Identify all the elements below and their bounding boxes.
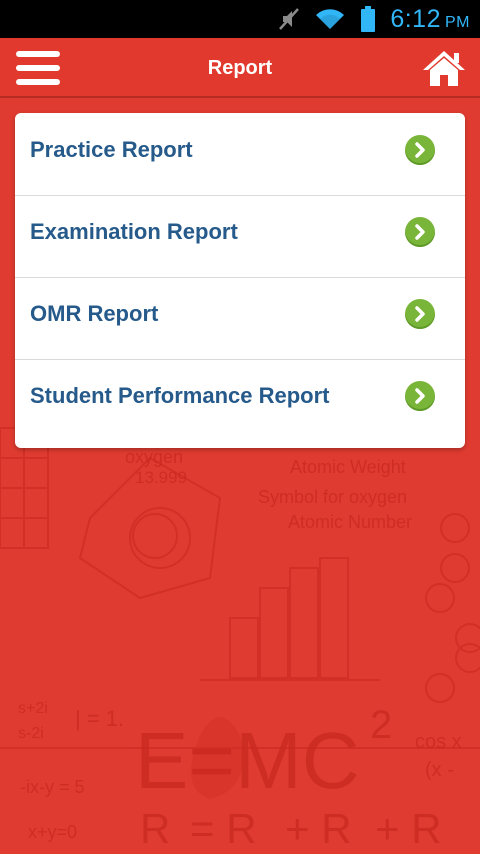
chevron-right-icon[interactable] [405,217,435,247]
bg-text-expr: -ix-y = 5 [20,777,85,797]
chevron-right-icon[interactable] [405,135,435,165]
app-bar: Report [0,38,480,98]
menu-item-label: Student Performance Report [30,383,330,408]
bg-text-r2: + R [285,805,352,852]
battery-icon [361,6,376,32]
bg-text-emc-exp: 2 [370,703,392,747]
clock-time: 6:12 [390,4,441,33]
bg-text-frac-den: s-2i [18,725,44,742]
bg-text-expr2: x+y=0 [28,822,77,842]
bg-text-mass: 13.999 [135,468,187,487]
bg-text-atomic-weight: Atomic Weight [290,457,406,477]
status-icons: 6:12 PM [278,0,470,38]
bg-text-oxygen: oxygen [125,447,183,467]
menu-item-label: OMR Report [30,301,159,326]
bg-text-eq: | = 1. [75,706,124,731]
menu-item-practice-report[interactable]: Practice Report [15,113,465,196]
bg-text-cos: cos x [415,731,462,753]
bg-text-right-expr: (x - [425,759,454,781]
page-title: Report [207,57,273,79]
menu-item-label: Practice Report [30,137,193,162]
clock-ampm: PM [445,13,470,31]
bg-text-r1: = R [190,805,257,852]
menu-item-examination-report[interactable]: Examination Report [15,195,465,278]
mute-icon [279,8,300,30]
bg-text-r3: + R [375,805,442,852]
bg-text-symbol: Symbol for oxygen [258,487,407,507]
home-icon[interactable] [420,48,468,88]
bg-text-frac: s+2i [18,700,48,717]
menu-item-label: Examination Report [30,219,238,244]
bg-text-atomic-number: Atomic Number [288,512,412,532]
wifi-icon [316,9,345,29]
bg-text-r-eq: R [140,805,170,852]
chevron-right-icon[interactable] [405,299,435,329]
clock: 6:12 PM [390,5,470,34]
status-bar: 6:12 PM [0,0,480,38]
report-menu-card: Practice Report Examination Report OMR R… [15,113,465,448]
menu-item-student-performance-report[interactable]: Student Performance Report [15,359,465,441]
chevron-right-icon[interactable] [405,381,435,411]
menu-item-omr-report[interactable]: OMR Report [15,277,465,360]
bg-text-emc: E=MC [135,716,360,805]
